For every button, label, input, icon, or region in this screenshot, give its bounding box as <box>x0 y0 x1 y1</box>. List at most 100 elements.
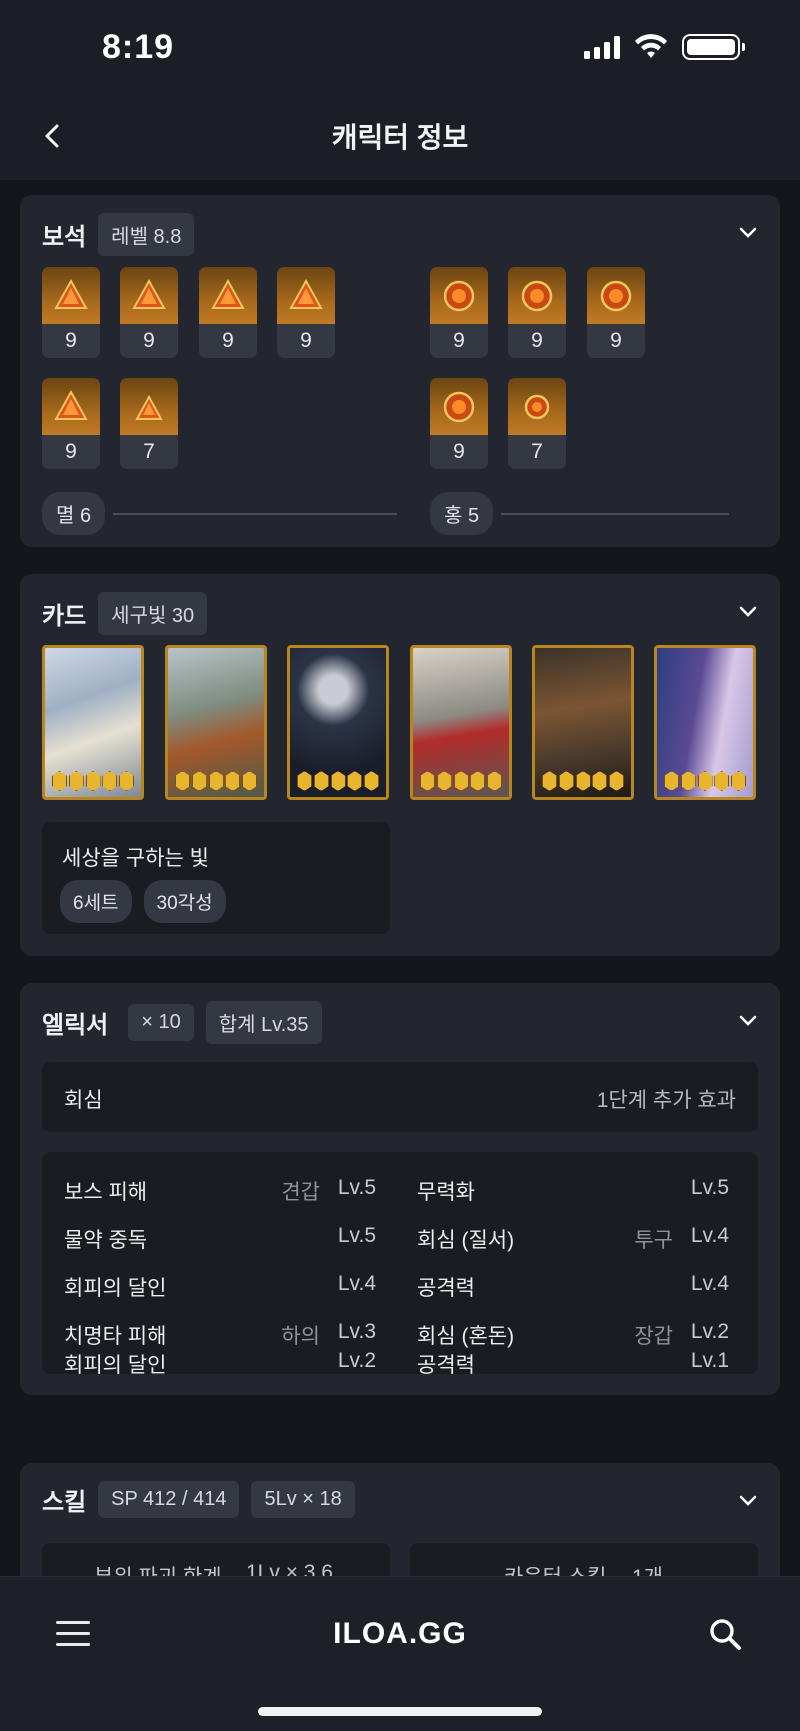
signal-icon <box>584 35 620 59</box>
gem-slot[interactable]: 9 <box>587 267 645 358</box>
skill-level-chip: 5Lv × 18 <box>251 1481 355 1518</box>
battery-icon <box>682 34 745 60</box>
cards-toggle[interactable] <box>734 598 762 626</box>
gems-toggle[interactable] <box>734 219 762 247</box>
card-awaken-stars <box>420 771 502 791</box>
skill-sp-chip: SP 412 / 414 <box>98 1481 240 1518</box>
elixir-set-stage: 1단계 추가 효과 <box>596 1089 736 1112</box>
gem-level: 9 <box>65 329 77 352</box>
elixir-option: 보스 피해 견갑 Lv.5 <box>64 1176 376 1204</box>
elixir-set-effect[interactable]: 회심 1단계 추가 효과 <box>42 1062 758 1132</box>
elixir-option: 회피의 달인 Lv.2 <box>64 1349 376 1377</box>
skill-counter-summary[interactable]: 카운터 스킬 1개 <box>410 1543 758 1576</box>
card-set-name: 세상을 구하는 빛 <box>62 847 209 870</box>
skill-toggle[interactable] <box>734 1487 762 1515</box>
destruction-gem-summary: 멸 6 <box>42 492 398 535</box>
gem-slot[interactable]: 9 <box>42 267 100 358</box>
gem-slot[interactable]: 7 <box>508 378 566 469</box>
divider <box>113 512 398 515</box>
chevron-down-icon <box>739 606 757 617</box>
card-slot[interactable] <box>42 645 144 800</box>
page-title: 캐릭터 정보 <box>331 122 469 153</box>
flame-gem-icon <box>443 280 475 311</box>
destruction-gem-icon <box>132 278 166 309</box>
card-set-count: 6세트 <box>60 880 132 923</box>
gem-slot[interactable]: 9 <box>42 378 100 469</box>
cards-header: 카드 세구빛 30 <box>42 592 208 635</box>
elixir-set-name: 회심 <box>64 1089 103 1112</box>
card-slot[interactable] <box>532 645 634 800</box>
card-awaken-stars <box>297 771 379 791</box>
skill-card: 스킬 SP 412 / 414 5Lv × 18 부위 파괴 한계 1Lv × … <box>20 1463 780 1576</box>
card-set-chips: 6세트 30각성 <box>60 880 226 923</box>
card-slot[interactable] <box>165 645 267 800</box>
gem-level: 9 <box>65 440 77 463</box>
skill-counter-value: 1개 <box>632 1561 663 1576</box>
content-scroll[interactable]: 보석 레벨 8.8 9 9 9 9 9 7 9 9 9 9 7 멸 6 홍 5 … <box>0 180 800 1576</box>
gem-level: 9 <box>300 329 312 352</box>
elixir-header: 엘릭서 × 10 합계 Lv.35 <box>42 1001 322 1044</box>
elixir-card: 엘릭서 × 10 합계 Lv.35 회심 1단계 추가 효과 보스 피해 견갑 Lv… <box>20 983 780 1395</box>
card-slot[interactable] <box>410 645 512 800</box>
chevron-down-icon <box>739 227 757 238</box>
status-time: 8:19 <box>102 28 175 66</box>
elixir-option: 회심 (혼돈) 장갑 Lv.2 <box>417 1320 729 1348</box>
chevron-down-icon <box>739 1495 757 1506</box>
gem-level: 9 <box>531 329 543 352</box>
destruction-gem-count: 멸 6 <box>42 492 106 535</box>
elixir-option: 공격력 Lv.1 <box>417 1349 729 1377</box>
elixir-toggle[interactable] <box>734 1007 762 1035</box>
gem-level: 9 <box>222 329 234 352</box>
gem-level: 9 <box>453 440 465 463</box>
card-awaken-total: 30각성 <box>143 880 226 923</box>
skill-counter-label: 카운터 스킬 <box>504 1561 606 1576</box>
card-set-effect[interactable]: 세상을 구하는 빛 6세트 30각성 <box>42 822 390 934</box>
card-awaken-stars <box>175 771 257 791</box>
gem-slot[interactable]: 9 <box>508 267 566 358</box>
wifi-icon <box>635 34 667 58</box>
gem-level: 9 <box>453 329 465 352</box>
elixir-option: 무력화 Lv.5 <box>417 1176 729 1204</box>
gem-level: 9 <box>143 329 155 352</box>
gem-level: 9 <box>610 329 622 352</box>
gem-level: 7 <box>143 440 155 463</box>
card-awaken-stars <box>542 771 624 791</box>
cards-set-chip: 세구빛 30 <box>98 592 208 635</box>
elixir-option: 물약 중독 Lv.5 <box>64 1224 376 1252</box>
elixir-option-list: 보스 피해 견갑 Lv.5 물약 중독 Lv.5 회피의 달인 Lv.4 치명타 피해 하… <box>42 1152 758 1374</box>
flame-gem-icon <box>443 391 475 422</box>
skill-break-summary[interactable]: 부위 파괴 한계 1Lv × 3.6 <box>42 1543 390 1576</box>
gem-slot[interactable]: 9 <box>120 267 178 358</box>
gem-slot[interactable]: 9 <box>277 267 335 358</box>
elixir-option: 공격력 Lv.4 <box>417 1272 729 1300</box>
search-button[interactable] <box>706 1615 746 1655</box>
home-indicator[interactable] <box>258 1707 542 1716</box>
gem-slot[interactable]: 9 <box>430 267 488 358</box>
card-awaken-stars <box>664 771 746 791</box>
elixir-option: 치명타 피해 하의 Lv.3 <box>64 1320 376 1348</box>
gem-slot[interactable]: 9 <box>430 378 488 469</box>
elixir-title: 엘릭서 <box>42 1012 109 1039</box>
flame-gem-summary: 홍 5 <box>430 492 730 535</box>
cards-card: 카드 세구빛 30 세상을 구하는 빛 6세트 30각성 <box>20 574 780 956</box>
elixir-count-chip: × 10 <box>128 1004 194 1041</box>
gem-slot[interactable]: 9 <box>199 267 257 358</box>
status-icons <box>584 34 745 60</box>
gems-card: 보석 레벨 8.8 9 9 9 9 9 7 9 9 9 9 7 멸 6 홍 5 <box>20 195 780 547</box>
card-awaken-stars <box>52 771 134 791</box>
cards-title: 카드 <box>42 603 87 630</box>
skill-title: 스킬 <box>42 1489 87 1516</box>
nav-bar: 캐릭터 정보 <box>0 96 800 180</box>
search-icon <box>710 1619 741 1650</box>
card-slot[interactable] <box>287 645 389 800</box>
card-slot[interactable] <box>654 645 756 800</box>
skill-header: 스킬 SP 412 / 414 5Lv × 18 <box>42 1481 355 1518</box>
gems-header: 보석 레벨 8.8 <box>42 213 195 256</box>
gem-slot[interactable]: 7 <box>120 378 178 469</box>
destruction-gem-icon <box>135 394 163 420</box>
elixir-option: 회피의 달인 Lv.4 <box>64 1272 376 1300</box>
destruction-gem-icon <box>54 278 88 309</box>
app-logo[interactable]: ILOA.GG <box>0 1617 800 1651</box>
skill-break-value: 1Lv × 3.6 <box>246 1561 333 1576</box>
destruction-gem-icon <box>54 389 88 420</box>
